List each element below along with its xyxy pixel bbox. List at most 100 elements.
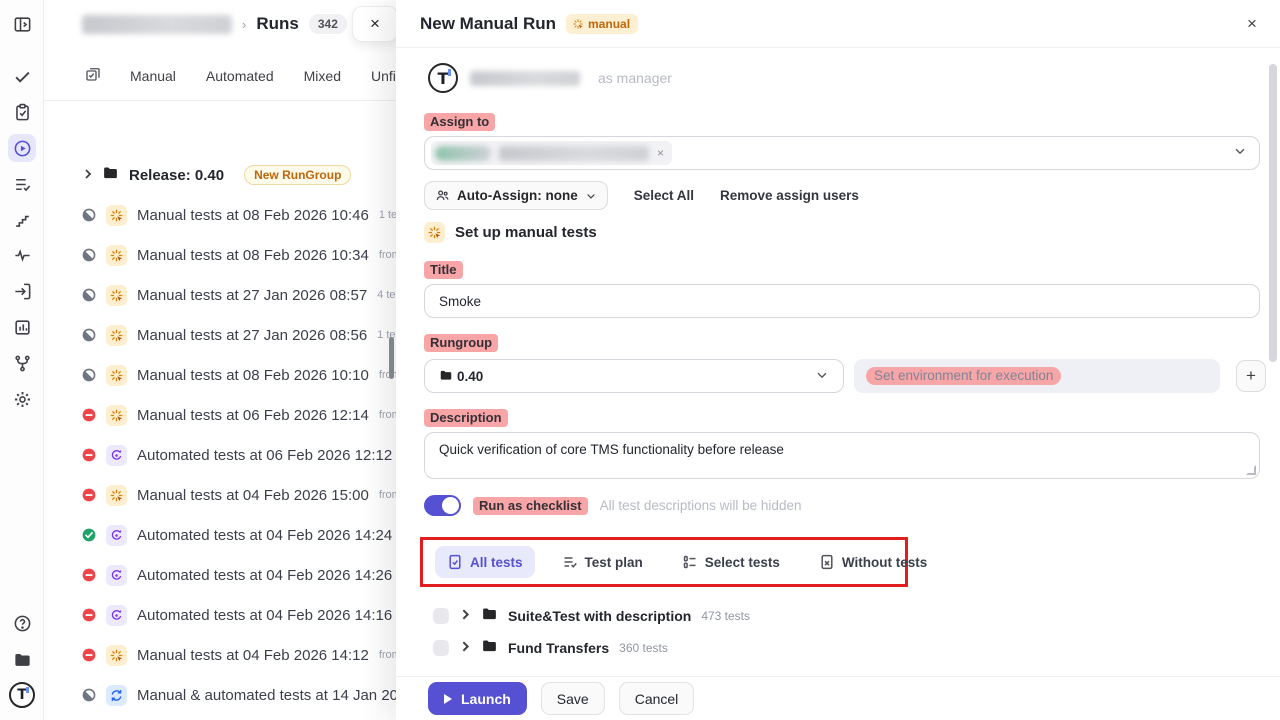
tab-label: All tests xyxy=(470,555,523,570)
remove-assignee-icon[interactable]: × xyxy=(657,146,664,160)
title-input[interactable]: Smoke xyxy=(424,284,1260,318)
runs-icon[interactable] xyxy=(8,134,36,162)
breadcrumb: › Runs 342 xyxy=(44,0,396,48)
suite-tree-row[interactable]: Fund Transfers360 tests xyxy=(420,632,1120,664)
run-as-checklist-toggle[interactable] xyxy=(424,495,461,516)
suite-test-count: 473 tests xyxy=(701,609,750,623)
cancel-button[interactable]: Cancel xyxy=(619,682,695,715)
description-textarea[interactable]: Quick verification of core TMS functiona… xyxy=(424,432,1260,479)
import-icon[interactable] xyxy=(8,277,36,305)
manual-run-icon xyxy=(106,245,127,266)
manual-type-icon xyxy=(424,222,445,243)
run-list-item[interactable]: Manual tests at 27 Jan 2026 08:574 te xyxy=(44,275,396,315)
status-failed-icon xyxy=(82,568,96,582)
manual-type-badge: manual xyxy=(566,14,638,34)
auto-assign-button[interactable]: Auto-Assign: none xyxy=(424,181,608,210)
projects-folder-icon[interactable] xyxy=(8,645,36,673)
runs-filter-row: Manual Automated Mixed Unfinished xyxy=(44,58,396,94)
run-list-item[interactable]: Automated tests at 04 Feb 2026 14:24 xyxy=(44,515,396,555)
run-as-checklist-label: Run as checklist xyxy=(473,497,588,515)
run-meta: from xyxy=(379,249,396,261)
run-list-item[interactable]: Manual tests at 08 Feb 2026 10:34from xyxy=(44,235,396,275)
run-title: Manual tests at 04 Feb 2026 14:12 xyxy=(137,647,369,664)
filter-tab-automated[interactable]: Automated xyxy=(206,68,274,84)
chevron-right-icon[interactable] xyxy=(82,168,94,183)
run-title: Automated tests at 06 Feb 2026 12:12 xyxy=(137,447,392,464)
status-failed-icon xyxy=(82,448,96,462)
tests-check-icon[interactable] xyxy=(8,62,36,90)
test-plans-icon[interactable] xyxy=(8,170,36,198)
modal-close-icon[interactable]: × xyxy=(1242,14,1262,34)
assign-to-label: Assign to xyxy=(424,113,495,131)
suite-test-count: 360 tests xyxy=(619,641,668,655)
test-cases-icon[interactable] xyxy=(8,98,36,126)
chevron-down-icon[interactable] xyxy=(1233,144,1247,163)
add-environment-button[interactable]: + xyxy=(1236,360,1266,392)
manager-avatar: T xyxy=(428,63,458,93)
activity-icon[interactable] xyxy=(8,241,36,269)
tab-test-plan[interactable]: Test plan xyxy=(550,546,655,578)
run-list-item[interactable]: Manual tests at 04 Feb 2026 15:00from xyxy=(44,475,396,515)
launch-button[interactable]: Launch xyxy=(428,682,527,715)
manager-row: T as manager xyxy=(428,63,672,93)
run-list-item[interactable]: Manual tests at 08 Feb 2026 10:461 tes xyxy=(44,195,396,235)
chevron-right-icon[interactable] xyxy=(459,640,471,656)
environment-input[interactable]: Set environment for execution xyxy=(854,359,1220,393)
new-manual-run-modal: New Manual Run manual × T as manager Ass… xyxy=(396,0,1280,720)
remove-assign-users-link[interactable]: Remove assign users xyxy=(720,188,859,203)
assign-to-select[interactable]: × xyxy=(424,136,1260,170)
run-list-item[interactable]: Automated tests at 04 Feb 2026 14:26 xyxy=(44,555,396,595)
tab-select-tests[interactable]: Select tests xyxy=(670,546,792,578)
chevron-right-icon[interactable] xyxy=(459,608,471,624)
filter-tab-mixed[interactable]: Mixed xyxy=(304,68,341,84)
rungroup-list-item[interactable]: Release: 0.40 New RunGroup xyxy=(44,155,396,195)
tab-all-tests[interactable]: All tests xyxy=(435,546,535,578)
modal-scrollbar[interactable] xyxy=(1269,64,1277,362)
app-logo[interactable]: T xyxy=(8,681,36,709)
close-runs-panel-button[interactable]: × xyxy=(352,6,398,42)
folder-icon xyxy=(481,637,498,659)
reports-icon[interactable] xyxy=(8,313,36,341)
suite-checkbox[interactable] xyxy=(433,640,449,656)
run-list-item[interactable]: Manual & automated tests at 14 Jan 202 xyxy=(44,675,396,715)
run-list-item[interactable]: Manual tests at 04 Feb 2026 14:12fromC xyxy=(44,635,396,675)
save-button[interactable]: Save xyxy=(541,682,605,715)
manual-run-icon xyxy=(106,405,127,426)
tab-without-tests[interactable]: Without tests xyxy=(807,546,939,578)
branches-icon[interactable] xyxy=(8,349,36,377)
run-title: Manual & automated tests at 14 Jan 202 xyxy=(137,687,396,704)
settings-gear-icon[interactable] xyxy=(8,385,36,413)
title-label: Title xyxy=(424,261,463,279)
run-list-item[interactable]: Automated tests at 04 Feb 2026 14:16 xyxy=(44,595,396,635)
assignee-name-redacted xyxy=(499,146,649,161)
collapse-panel-icon[interactable] xyxy=(8,10,36,38)
manager-suffix-label: as manager xyxy=(598,70,672,86)
multi-select-icon[interactable] xyxy=(84,65,102,88)
status-in-progress-icon xyxy=(82,328,96,342)
help-icon[interactable] xyxy=(8,609,36,637)
run-list-item[interactable]: Manual tests at 08 Feb 2026 10:10fromM xyxy=(44,355,396,395)
filter-tab-manual[interactable]: Manual xyxy=(130,68,176,84)
rungroup-select[interactable]: 0.40 xyxy=(424,359,844,393)
run-title: Manual tests at 06 Feb 2026 12:14 xyxy=(137,407,369,424)
manual-run-icon xyxy=(106,205,127,226)
runs-list-scrollbar[interactable] xyxy=(389,337,394,379)
suite-tree-row[interactable]: Suite&Test with description473 tests xyxy=(420,600,1120,632)
filter-tab-unfinished[interactable]: Unfinished xyxy=(371,68,396,84)
runs-page-title: Runs xyxy=(256,14,299,34)
run-list-item[interactable]: Manual tests at 27 Jan 2026 08:561 tes xyxy=(44,315,396,355)
automated-run-icon xyxy=(106,605,127,626)
run-list-item[interactable]: Manual tests at 06 Feb 2026 12:14fromR xyxy=(44,395,396,435)
suite-checkbox[interactable] xyxy=(433,608,449,624)
run-list-item[interactable]: Automated tests at 06 Feb 2026 12:12 xyxy=(44,435,396,475)
run-meta: from xyxy=(379,489,396,501)
assigned-user-chip[interactable]: × xyxy=(431,141,672,165)
manual-run-icon xyxy=(106,365,127,386)
chevron-down-icon[interactable] xyxy=(815,368,829,385)
manual-run-icon xyxy=(106,285,127,306)
suites-tree: Suite&Test with description473 testsFund… xyxy=(420,600,1120,664)
project-name-redacted[interactable] xyxy=(82,15,232,34)
milestones-icon[interactable] xyxy=(8,206,36,234)
select-all-link[interactable]: Select All xyxy=(634,188,694,203)
manual-run-icon xyxy=(106,645,127,666)
